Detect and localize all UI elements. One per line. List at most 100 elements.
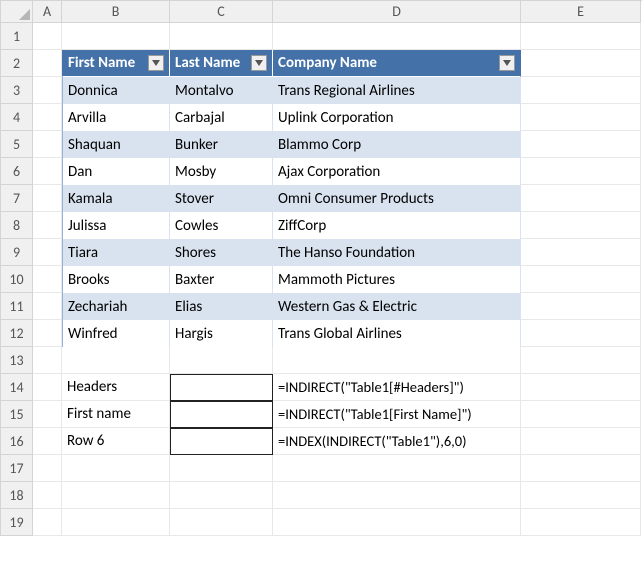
cell[interactable]	[62, 455, 170, 482]
table-cell[interactable]: Tiara	[62, 239, 170, 266]
cell[interactable]	[273, 482, 521, 509]
cell[interactable]	[521, 509, 641, 536]
table-cell[interactable]: Mammoth Pictures	[273, 266, 521, 293]
table-cell[interactable]: Shores	[170, 239, 273, 266]
row-header[interactable]: 15	[1, 401, 33, 428]
table-cell[interactable]: ZiffCorp	[273, 212, 521, 239]
cell[interactable]	[521, 104, 641, 131]
cell[interactable]	[521, 266, 641, 293]
table-cell[interactable]: Trans Global Airlines	[273, 320, 521, 347]
table-cell[interactable]: Elias	[170, 293, 273, 320]
row-header[interactable]: 1	[1, 23, 33, 50]
cell[interactable]	[33, 212, 62, 239]
row-header[interactable]: 12	[1, 320, 33, 347]
cell[interactable]	[33, 482, 62, 509]
cell[interactable]	[521, 428, 641, 455]
cell[interactable]	[521, 320, 641, 347]
table-cell[interactable]: Donnica	[62, 77, 170, 104]
cell[interactable]	[33, 266, 62, 293]
table-cell[interactable]: Baxter	[170, 266, 273, 293]
cell[interactable]	[521, 482, 641, 509]
cell[interactable]	[273, 509, 521, 536]
table-header-first-name[interactable]: First Name	[62, 50, 170, 77]
cell-A2[interactable]	[33, 50, 62, 77]
cell[interactable]	[521, 374, 641, 401]
input-first-name[interactable]	[170, 401, 273, 428]
row-header[interactable]: 7	[1, 185, 33, 212]
table-header-last-name[interactable]: Last Name	[170, 50, 273, 77]
row-header[interactable]: 11	[1, 293, 33, 320]
cell[interactable]	[170, 347, 273, 374]
row-header[interactable]: 3	[1, 77, 33, 104]
cell[interactable]	[62, 347, 170, 374]
col-header-C[interactable]: C	[170, 1, 273, 23]
table-cell[interactable]: Mosby	[170, 158, 273, 185]
cell[interactable]	[521, 401, 641, 428]
cell-E2[interactable]	[521, 50, 641, 77]
cell[interactable]	[521, 347, 641, 374]
cell[interactable]	[521, 131, 641, 158]
cell[interactable]	[521, 212, 641, 239]
cell-D1[interactable]	[273, 23, 521, 50]
cell[interactable]	[521, 158, 641, 185]
table-cell[interactable]: Brooks	[62, 266, 170, 293]
row-header[interactable]: 13	[1, 347, 33, 374]
row-header[interactable]: 6	[1, 158, 33, 185]
table-cell[interactable]: The Hanso Foundation	[273, 239, 521, 266]
table-cell[interactable]: Zechariah	[62, 293, 170, 320]
row-header[interactable]: 14	[1, 374, 33, 401]
cell[interactable]	[521, 293, 641, 320]
cell[interactable]	[170, 455, 273, 482]
cell[interactable]	[33, 293, 62, 320]
cell[interactable]	[521, 77, 641, 104]
row-header[interactable]: 9	[1, 239, 33, 266]
cell[interactable]	[273, 347, 521, 374]
cell[interactable]	[33, 509, 62, 536]
row-header[interactable]: 4	[1, 104, 33, 131]
col-header-D[interactable]: D	[273, 1, 521, 23]
cell[interactable]	[33, 428, 62, 455]
cell[interactable]	[62, 509, 170, 536]
cell-C1[interactable]	[170, 23, 273, 50]
row-header[interactable]: 5	[1, 131, 33, 158]
row-header[interactable]: 17	[1, 455, 33, 482]
table-cell[interactable]: Uplink Corporation	[273, 104, 521, 131]
table-cell[interactable]: Omni Consumer Products	[273, 185, 521, 212]
cell[interactable]	[33, 455, 62, 482]
row-header[interactable]: 18	[1, 482, 33, 509]
filter-dropdown-icon[interactable]	[251, 55, 267, 71]
row-header[interactable]: 2	[1, 50, 33, 77]
cell[interactable]	[33, 77, 62, 104]
formula-row6[interactable]: =INDEX(INDIRECT("Table1"),6,0)	[273, 428, 521, 455]
row-header[interactable]: 19	[1, 509, 33, 536]
cell[interactable]	[521, 185, 641, 212]
col-header-B[interactable]: B	[62, 1, 170, 23]
select-all-corner[interactable]	[1, 1, 33, 23]
cell[interactable]	[273, 455, 521, 482]
cell[interactable]	[33, 104, 62, 131]
filter-dropdown-icon[interactable]	[499, 55, 515, 71]
input-headers[interactable]	[170, 374, 273, 401]
table-cell[interactable]: Winfred	[62, 320, 170, 347]
table-cell[interactable]: Ajax Corporation	[273, 158, 521, 185]
table-cell[interactable]: Bunker	[170, 131, 273, 158]
cell[interactable]	[33, 347, 62, 374]
cell[interactable]	[33, 131, 62, 158]
cell-A1[interactable]	[33, 23, 62, 50]
col-header-A[interactable]: A	[33, 1, 62, 23]
table-cell[interactable]: Cowles	[170, 212, 273, 239]
cell[interactable]	[62, 482, 170, 509]
formula-first-name[interactable]: =INDIRECT("Table1[First Name]")	[273, 401, 521, 428]
table-cell[interactable]: Montalvo	[170, 77, 273, 104]
input-row6[interactable]	[170, 428, 273, 455]
table-cell[interactable]: Stover	[170, 185, 273, 212]
col-header-E[interactable]: E	[521, 1, 641, 23]
table-cell[interactable]: Kamala	[62, 185, 170, 212]
cell-E1[interactable]	[521, 23, 641, 50]
cell[interactable]	[33, 158, 62, 185]
row-header[interactable]: 16	[1, 428, 33, 455]
label-row6[interactable]: Row 6	[62, 428, 170, 455]
cell[interactable]	[521, 455, 641, 482]
table-cell[interactable]: Carbajal	[170, 104, 273, 131]
cell[interactable]	[521, 239, 641, 266]
